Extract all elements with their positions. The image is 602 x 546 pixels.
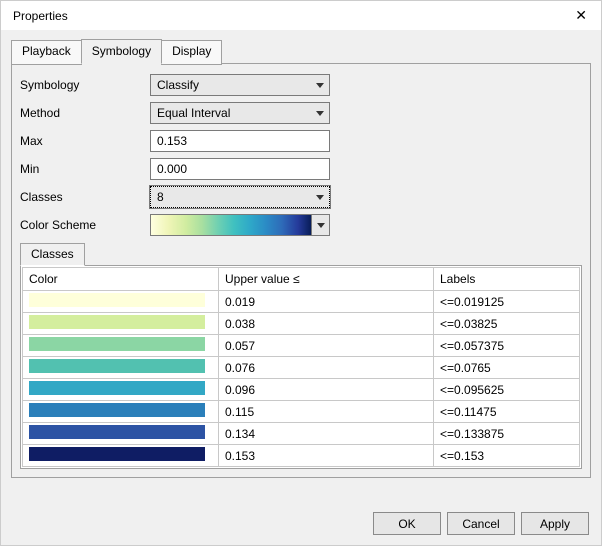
tab-pane: Symbology Classify Method Equal Interval… xyxy=(11,63,591,478)
color-swatch[interactable] xyxy=(29,293,205,307)
upper-value-cell[interactable]: 0.115 xyxy=(219,401,434,423)
label-cell[interactable]: <=0.133875 xyxy=(434,423,580,445)
table-row[interactable]: 0.076<=0.0765 xyxy=(23,357,580,379)
upper-value-cell[interactable]: 0.134 xyxy=(219,423,434,445)
table-row[interactable]: 0.019<=0.019125 xyxy=(23,291,580,313)
upper-value-cell[interactable]: 0.019 xyxy=(219,291,434,313)
cancel-button[interactable]: Cancel xyxy=(447,512,515,535)
symbology-label: Symbology xyxy=(20,78,150,92)
chevron-down-icon xyxy=(311,187,329,207)
color-swatch[interactable] xyxy=(29,315,205,329)
color-swatch[interactable] xyxy=(29,359,205,373)
label-cell[interactable]: <=0.153 xyxy=(434,445,580,467)
ok-button[interactable]: OK xyxy=(373,512,441,535)
color-ramp xyxy=(151,215,311,235)
table-row[interactable]: 0.057<=0.057375 xyxy=(23,335,580,357)
chevron-down-icon xyxy=(311,75,329,95)
tab-symbology[interactable]: Symbology xyxy=(81,39,162,64)
window-title: Properties xyxy=(13,9,571,23)
properties-dialog: Properties ✕ Playback Symbology Display … xyxy=(0,0,602,546)
label-cell[interactable]: <=0.0765 xyxy=(434,357,580,379)
tab-playback[interactable]: Playback xyxy=(11,40,82,65)
table-row[interactable]: 0.134<=0.133875 xyxy=(23,423,580,445)
upper-value-cell[interactable]: 0.057 xyxy=(219,335,434,357)
upper-value-cell[interactable]: 0.153 xyxy=(219,445,434,467)
apply-button[interactable]: Apply xyxy=(521,512,589,535)
dialog-footer: OK Cancel Apply xyxy=(1,502,601,545)
color-scheme-select[interactable] xyxy=(150,214,330,236)
upper-value-cell[interactable]: 0.038 xyxy=(219,313,434,335)
close-icon[interactable]: ✕ xyxy=(571,7,591,24)
tab-classes[interactable]: Classes xyxy=(20,243,85,266)
color-swatch[interactable] xyxy=(29,447,205,461)
method-label: Method xyxy=(20,106,150,120)
table-row[interactable]: 0.153<=0.153 xyxy=(23,445,580,467)
col-color[interactable]: Color xyxy=(23,268,219,291)
table-row[interactable]: 0.115<=0.11475 xyxy=(23,401,580,423)
sub-tabs: Classes xyxy=(20,242,582,265)
classes-grid: Color Upper value ≤ Labels 0.019<=0.0191… xyxy=(20,265,582,469)
table-row[interactable]: 0.096<=0.095625 xyxy=(23,379,580,401)
max-input[interactable] xyxy=(150,130,330,152)
titlebar: Properties ✕ xyxy=(1,1,601,30)
color-scheme-label: Color Scheme xyxy=(20,218,150,232)
label-cell[interactable]: <=0.03825 xyxy=(434,313,580,335)
chevron-down-icon xyxy=(311,215,329,235)
col-labels[interactable]: Labels xyxy=(434,268,580,291)
top-tabs: Playback Symbology Display xyxy=(11,38,591,63)
color-swatch[interactable] xyxy=(29,381,205,395)
upper-value-cell[interactable]: 0.076 xyxy=(219,357,434,379)
color-swatch[interactable] xyxy=(29,425,205,439)
content: Playback Symbology Display Symbology Cla… xyxy=(1,30,601,502)
tab-display[interactable]: Display xyxy=(161,40,222,65)
col-upper[interactable]: Upper value ≤ xyxy=(219,268,434,291)
label-cell[interactable]: <=0.095625 xyxy=(434,379,580,401)
color-swatch[interactable] xyxy=(29,337,205,351)
color-swatch[interactable] xyxy=(29,403,205,417)
classes-label: Classes xyxy=(20,190,150,204)
table-row[interactable]: 0.038<=0.03825 xyxy=(23,313,580,335)
max-label: Max xyxy=(20,134,150,148)
min-input[interactable] xyxy=(150,158,330,180)
symbology-select[interactable]: Classify xyxy=(150,74,330,96)
chevron-down-icon xyxy=(311,103,329,123)
label-cell[interactable]: <=0.019125 xyxy=(434,291,580,313)
upper-value-cell[interactable]: 0.096 xyxy=(219,379,434,401)
method-select[interactable]: Equal Interval xyxy=(150,102,330,124)
min-label: Min xyxy=(20,162,150,176)
classes-select[interactable]: 8 xyxy=(150,186,330,208)
label-cell[interactable]: <=0.057375 xyxy=(434,335,580,357)
label-cell[interactable]: <=0.11475 xyxy=(434,401,580,423)
